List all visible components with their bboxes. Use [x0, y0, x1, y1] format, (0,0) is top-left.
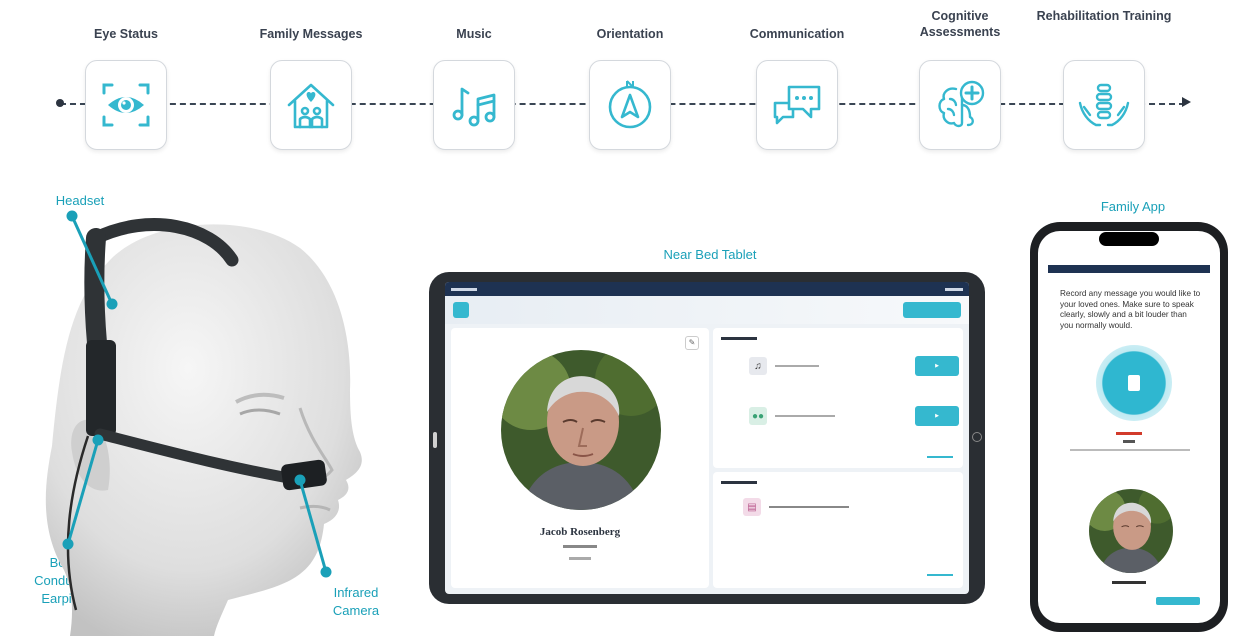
tablet-home-button[interactable]	[972, 432, 982, 442]
loved-one-avatar	[1089, 489, 1173, 573]
feature-label: Communication	[749, 27, 845, 41]
compass-icon	[608, 80, 652, 129]
play-panel-title-placeholder	[721, 336, 757, 342]
recording-status-placeholder	[1038, 431, 1220, 437]
family-messages-row: ●● ▶	[749, 406, 959, 426]
menu-icon[interactable]	[453, 302, 469, 318]
more-link-placeholder[interactable]	[927, 454, 953, 460]
phone-device: Record any message you would like to you…	[1030, 222, 1228, 632]
tablet-top-bar	[445, 282, 969, 296]
brain-plus-icon	[938, 80, 985, 128]
feature-music[interactable]: Music	[404, 0, 544, 165]
feature-label: Eye Status	[94, 27, 158, 41]
questionnaire-icon: ▤	[743, 498, 761, 516]
feature-card[interactable]	[85, 60, 167, 150]
schedule-panel: ▤	[713, 472, 963, 588]
feature-label: Music	[456, 27, 492, 41]
headset-head-illustration	[45, 210, 362, 636]
timeline-arrow-icon	[1182, 97, 1191, 107]
play-panel: ♫ ▶ ●● ▶	[713, 328, 963, 468]
tablet-content: ✎ Jacob Rosenberg ♫ ▶ ●● ▶ ▤	[451, 328, 963, 588]
tablet-right-column: ♫ ▶ ●● ▶ ▤	[713, 328, 963, 588]
patient-language-placeholder	[451, 556, 709, 562]
feature-family-messages[interactable]: Family Messages	[241, 0, 381, 165]
feature-communication[interactable]: Communication	[727, 0, 867, 165]
tablet-toolbar	[445, 296, 969, 324]
send-button[interactable]	[1156, 597, 1200, 605]
callout-near-bed-tablet: Near Bed Tablet	[663, 247, 757, 262]
phone-header-bar	[1048, 265, 1210, 273]
loved-one-name-placeholder	[1038, 580, 1220, 586]
tablet-action-button[interactable]	[903, 302, 961, 318]
patient-id-placeholder	[451, 544, 709, 550]
tablet-camera	[433, 432, 437, 448]
feature-card[interactable]	[589, 60, 671, 150]
feature-eye-status[interactable]: Eye Status	[56, 0, 196, 165]
family-icon: ●●	[749, 407, 767, 425]
edit-pencil-icon[interactable]: ✎	[685, 336, 699, 350]
feature-label: Family Messages	[259, 27, 363, 41]
feature-card[interactable]	[433, 60, 515, 150]
patient-card: ✎ Jacob Rosenberg	[451, 328, 709, 588]
feature-rehabilitation-training[interactable]: Rehabilitation Training	[1034, 0, 1174, 165]
play-family-messages-button[interactable]: ▶	[915, 406, 959, 426]
feature-strip: Eye Status Family Messages Music Orienta…	[0, 0, 1241, 170]
phone-notch	[1099, 232, 1159, 246]
chat-bubbles-icon	[773, 85, 821, 125]
tablet-screen: ✎ Jacob Rosenberg ♫ ▶ ●● ▶ ▤	[445, 282, 969, 594]
music-row: ♫ ▶	[749, 356, 959, 376]
recording-timer-placeholder	[1038, 439, 1220, 445]
music-note-icon: ♫	[749, 357, 767, 375]
play-music-button[interactable]: ▶	[915, 356, 959, 376]
record-hint-placeholder	[1052, 448, 1208, 452]
questionnaire-row[interactable]: ▤	[743, 498, 953, 516]
patient-name: Jacob Rosenberg	[539, 526, 621, 538]
music-notes-icon	[452, 87, 496, 127]
microphone-icon	[1128, 375, 1140, 391]
callout-family-app: Family App	[1100, 199, 1166, 214]
tablet-device: ✎ Jacob Rosenberg ♫ ▶ ●● ▶ ▤	[429, 272, 985, 604]
feature-label: Orientation	[596, 27, 664, 41]
feature-label: Rehabilitation Training	[1036, 9, 1172, 23]
feature-card[interactable]	[919, 60, 1001, 150]
feature-cognitive-assessments[interactable]: Cognitive Assessments	[890, 0, 1030, 165]
feature-card[interactable]	[756, 60, 838, 150]
schedule-link-placeholder[interactable]	[927, 572, 953, 578]
record-instructions: Record any message you would like to you…	[1060, 289, 1201, 330]
eye-scan-icon	[102, 83, 150, 127]
schedule-panel-title-placeholder	[721, 480, 757, 486]
patient-avatar	[501, 350, 661, 510]
feature-card[interactable]	[1063, 60, 1145, 150]
feature-orientation[interactable]: Orientation	[560, 0, 700, 165]
family-house-icon	[287, 83, 335, 129]
feature-label: Cognitive Assessments	[919, 9, 1001, 39]
feature-card[interactable]	[270, 60, 352, 150]
phone-screen: Record any message you would like to you…	[1038, 231, 1220, 623]
spine-hands-icon	[1078, 83, 1130, 127]
record-button[interactable]	[1096, 345, 1172, 421]
